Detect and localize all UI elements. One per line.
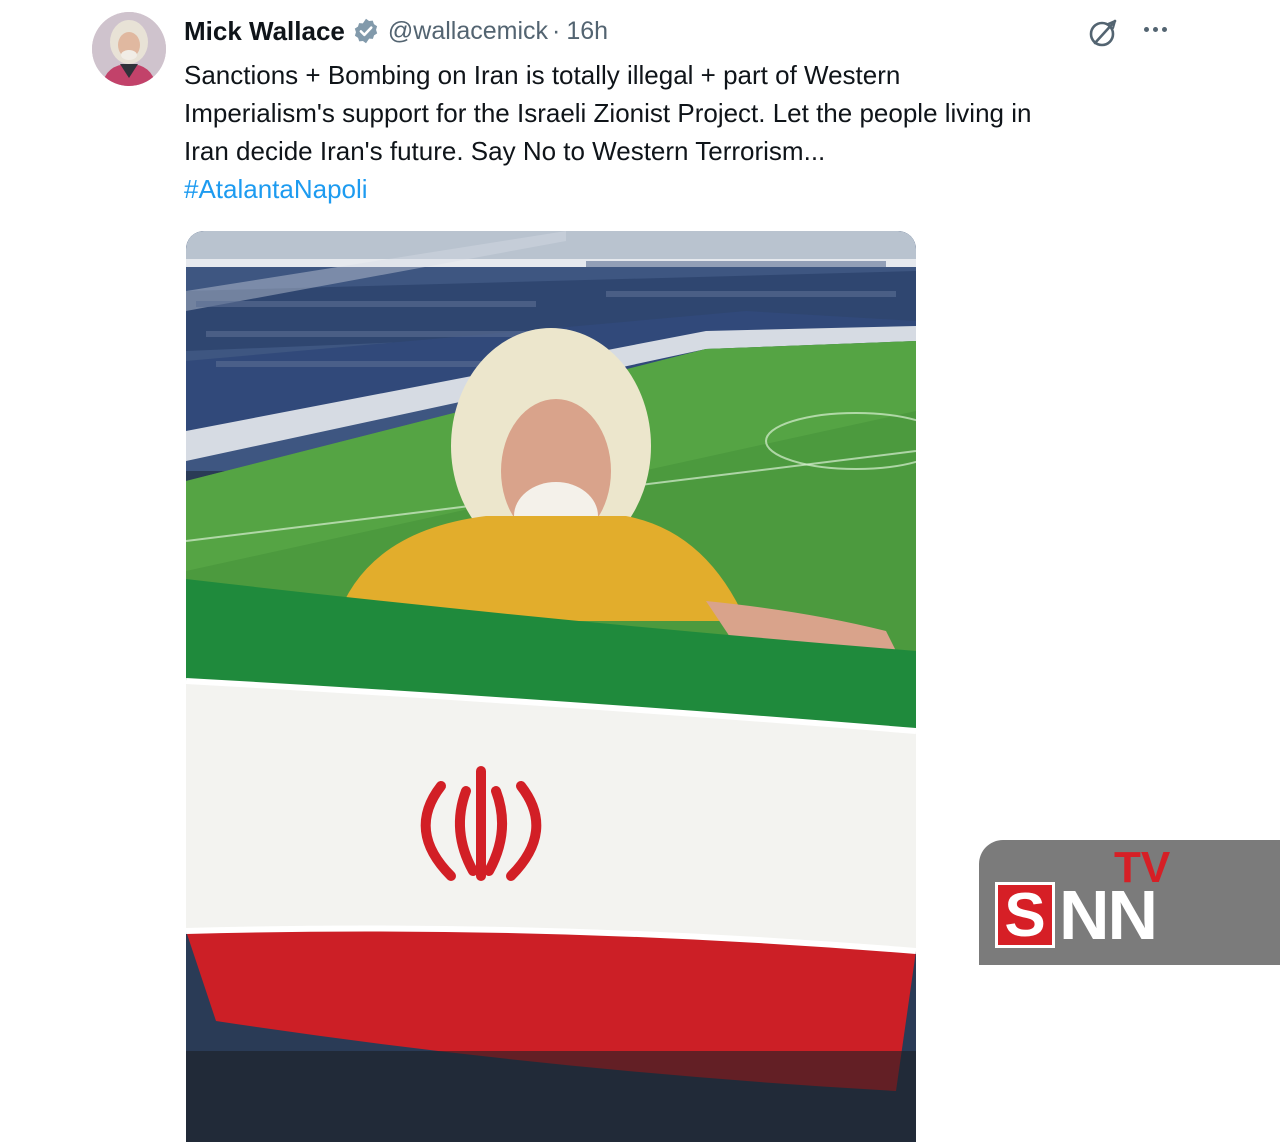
tweet-text-line: Iran decide Iran's future. Say No to Wes…	[184, 136, 826, 166]
grok-icon[interactable]	[1086, 16, 1120, 50]
hashtag-link[interactable]: #AtalantaNapoli	[184, 170, 368, 208]
verified-badge-icon	[352, 17, 380, 45]
snn-tv-watermark: TV S NN	[979, 840, 1280, 965]
author-handle[interactable]: @wallacemick	[388, 17, 548, 46]
more-icon[interactable]	[1138, 14, 1172, 44]
tweet-photo[interactable]	[186, 231, 916, 1142]
tweet-text-line: Imperialism's support for the Israeli Zi…	[184, 98, 1032, 128]
more-dot	[1152, 26, 1158, 32]
author-name[interactable]: Mick Wallace	[184, 16, 345, 47]
snn-nn-letters: NN	[1059, 876, 1158, 954]
avatar[interactable]	[92, 12, 166, 86]
tweet-text-line: Sanctions + Bombing on Iran is totally i…	[184, 60, 901, 90]
more-dot	[1161, 26, 1167, 32]
tweet-text: Sanctions + Bombing on Iran is totally i…	[184, 56, 1184, 170]
tweet-header: Mick Wallace @wallacemick · 16h	[184, 14, 608, 48]
more-dot	[1143, 26, 1149, 32]
tweet[interactable]: Mick Wallace @wallacemick · 16h Sanction…	[0, 0, 1280, 1142]
snn-s-letter: S	[995, 882, 1055, 948]
photo-scene	[186, 231, 916, 1142]
separator-dot: ·	[552, 16, 561, 45]
tweet-timestamp[interactable]: 16h	[566, 17, 608, 46]
